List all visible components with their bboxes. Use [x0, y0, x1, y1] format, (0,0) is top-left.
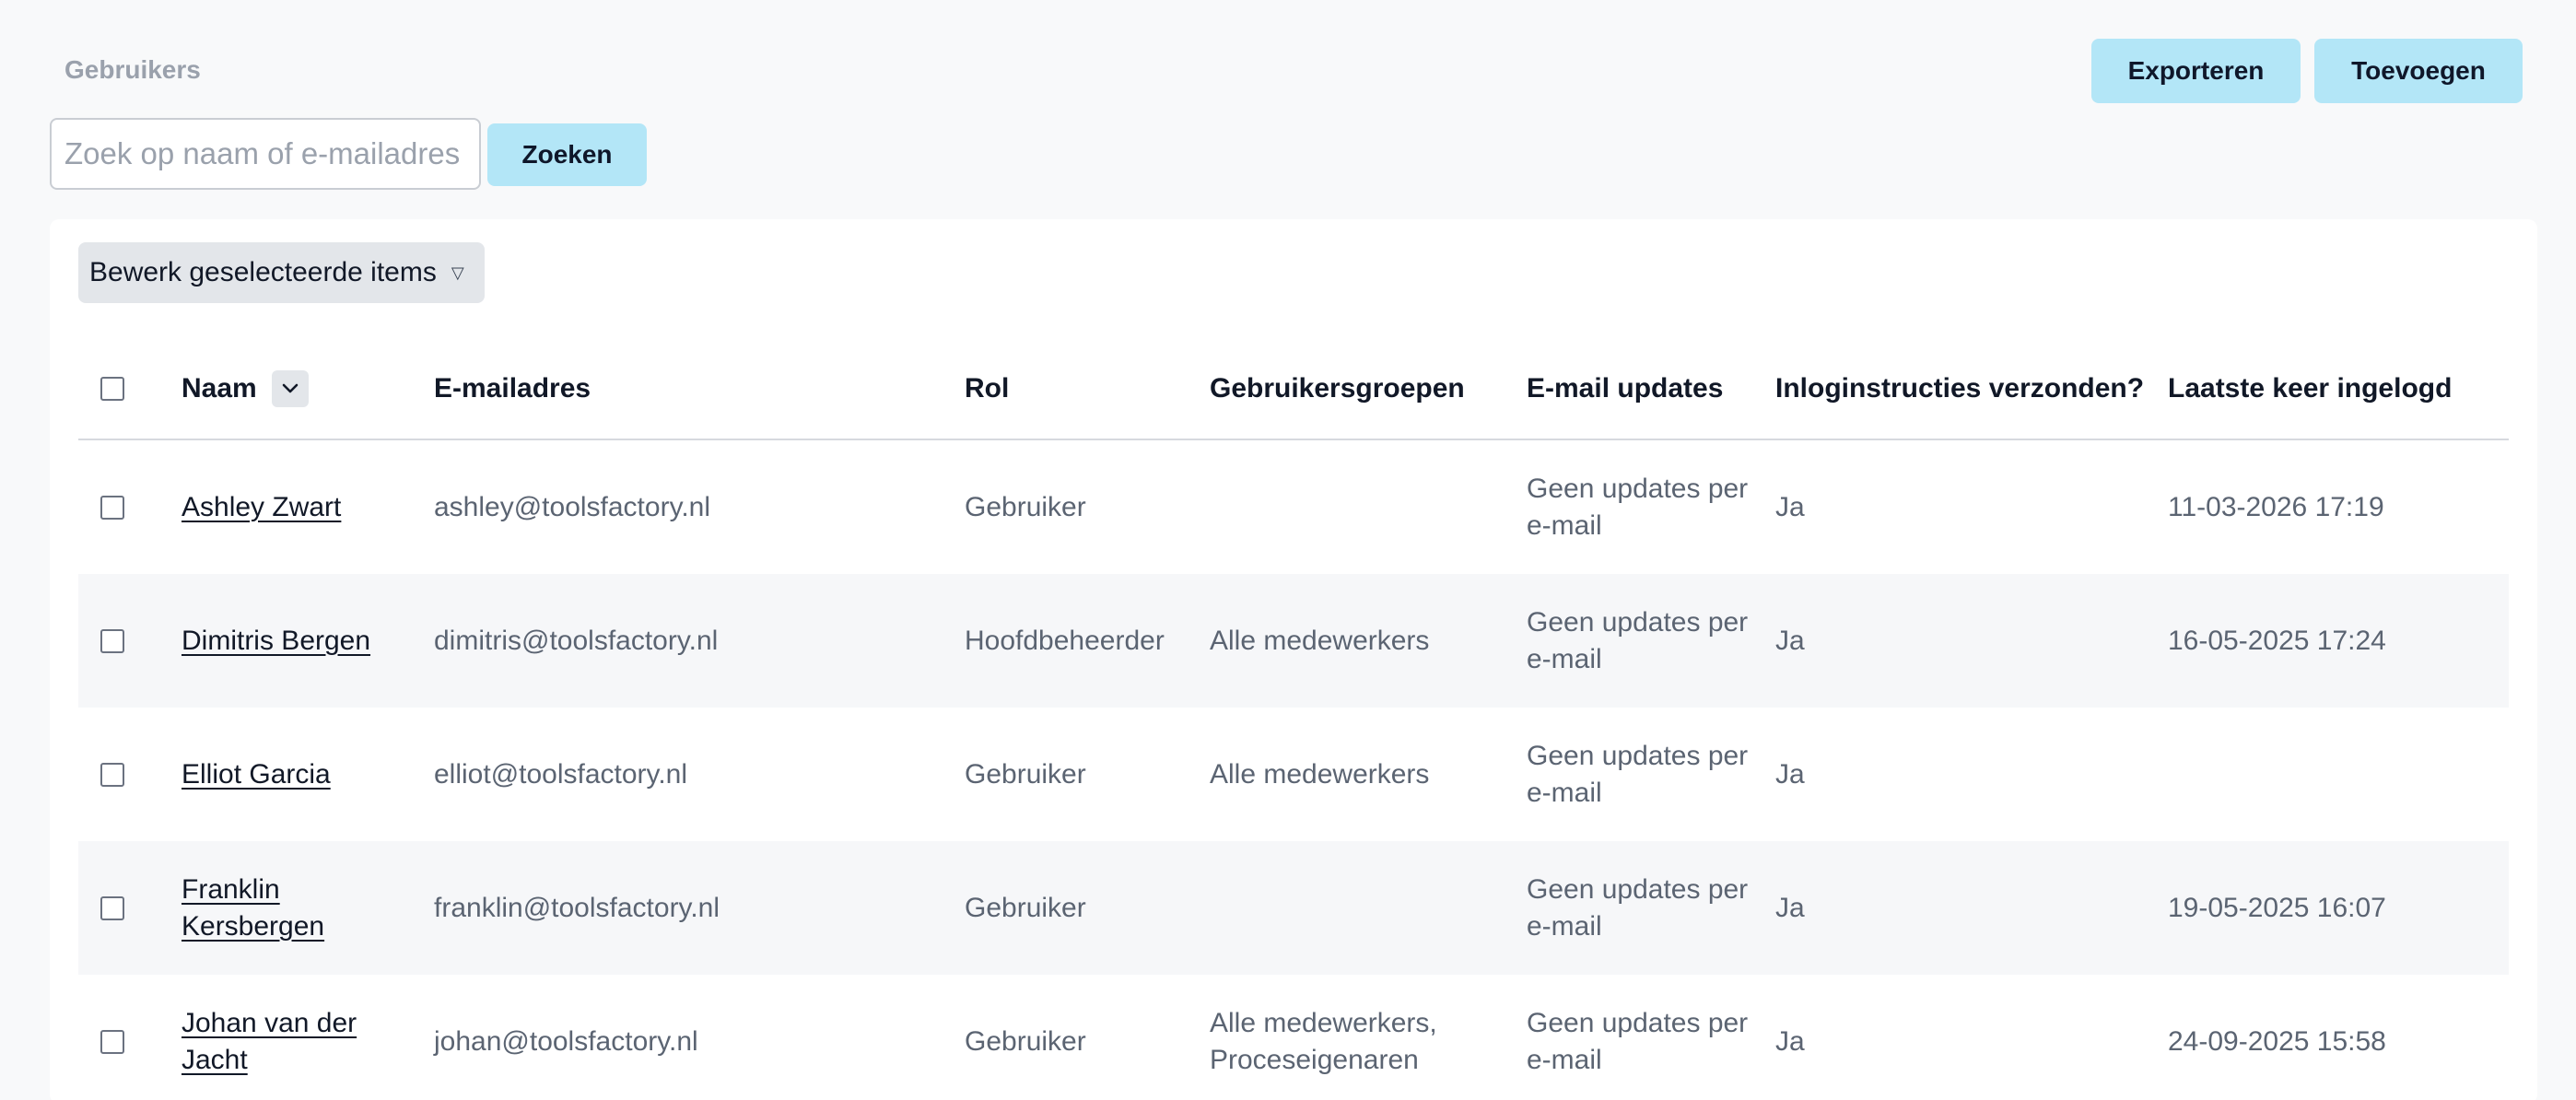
email-cell: elliot@toolsfactory.nl	[434, 758, 688, 790]
users-table: Naam E-mailadres Rol Gebruikersgroepen E…	[78, 339, 2509, 1100]
sort-name-button[interactable]	[271, 370, 309, 407]
select-all-cell	[100, 339, 128, 439]
login-instructions-cell: Ja	[1775, 491, 1805, 522]
add-user-button[interactable]: Toevoegen	[2314, 39, 2523, 103]
name-cell: Elliot Garcia	[181, 708, 412, 841]
name-cell: Franklin Kersbergen	[181, 841, 412, 975]
table-header-row: Naam E-mailadres Rol Gebruikersgroepen E…	[78, 339, 2509, 440]
email-updates-cell: Geen updates per e-mail	[1527, 740, 1749, 808]
row-checkbox[interactable]	[100, 628, 124, 653]
login-instructions-cell: Ja	[1775, 892, 1805, 923]
role-cell: Hoofdbeheerder	[965, 625, 1165, 656]
login-instructions-cell: Ja	[1775, 625, 1805, 656]
login-instructions-cell: Ja	[1775, 758, 1805, 790]
select-all-checkbox[interactable]	[100, 377, 124, 401]
column-header-last-login: Laatste keer ingelogd	[2168, 373, 2453, 404]
email-updates-cell: Geen updates per e-mail	[1527, 473, 1749, 541]
email-cell: dimitris@toolsfactory.nl	[434, 625, 719, 656]
groups-cell: Alle medewerkers, Proceseigenaren	[1210, 1007, 1437, 1075]
search-button[interactable]: Zoeken	[487, 123, 647, 186]
email-updates-cell: Geen updates per e-mail	[1527, 1007, 1749, 1075]
row-select-cell	[100, 574, 128, 708]
role-cell: Gebruiker	[965, 491, 1086, 522]
users-page: Gebruikers Exporteren Toevoegen Zoeken B…	[0, 0, 2576, 1100]
last-login-cell	[2168, 708, 2500, 841]
users-panel: Bewerk geselecteerde items ▽ Naam E-mail…	[50, 219, 2537, 1100]
row-checkbox[interactable]	[100, 1029, 124, 1054]
email-updates-cell: Geen updates per e-mail	[1527, 606, 1749, 674]
row-checkbox[interactable]	[100, 762, 124, 787]
table-row: Franklin Kersbergen franklin@toolsfactor…	[78, 841, 2509, 975]
last-login-cell: 19-05-2025 16:07	[2168, 892, 2386, 923]
table-row: Elliot Garcia elliot@toolsfactory.nl Geb…	[78, 708, 2509, 841]
login-instructions-cell: Ja	[1775, 1025, 1805, 1057]
email-cell: ashley@toolsfactory.nl	[434, 491, 711, 522]
row-checkbox[interactable]	[100, 895, 124, 920]
table-row: Ashley Zwart ashley@toolsfactory.nl Gebr…	[78, 440, 2509, 574]
name-cell: Ashley Zwart	[181, 440, 412, 574]
column-label-name: Naam	[181, 373, 257, 404]
column-header-email-updates: E-mail updates	[1527, 373, 1724, 404]
caret-down-icon: ▽	[451, 263, 464, 282]
groups-cell	[1210, 841, 1514, 975]
column-header-groups: Gebruikersgroepen	[1210, 373, 1465, 404]
email-cell: johan@toolsfactory.nl	[434, 1025, 698, 1057]
groups-cell: Alle medewerkers	[1210, 758, 1430, 790]
row-select-cell	[100, 841, 128, 975]
row-select-cell	[100, 440, 128, 574]
search-input[interactable]	[50, 118, 481, 190]
last-login-cell: 24-09-2025 15:58	[2168, 1025, 2386, 1057]
groups-cell: Alle medewerkers	[1210, 625, 1430, 656]
user-name-link[interactable]: Dimitris Bergen	[181, 623, 370, 660]
user-name-link[interactable]: Ashley Zwart	[181, 489, 341, 526]
user-name-link[interactable]: Johan van der Jacht	[181, 1005, 412, 1079]
row-checkbox[interactable]	[100, 495, 124, 520]
role-cell: Gebruiker	[965, 892, 1086, 923]
name-cell: Johan van der Jacht	[181, 975, 412, 1100]
role-cell: Gebruiker	[965, 758, 1086, 790]
row-select-cell	[100, 708, 128, 841]
column-header-email: E-mailadres	[434, 373, 591, 404]
email-cell: franklin@toolsfactory.nl	[434, 892, 720, 923]
bulk-edit-label: Bewerk geselecteerde items	[89, 257, 437, 287]
column-header-name: Naam	[181, 339, 412, 439]
groups-cell	[1210, 440, 1514, 574]
email-updates-cell: Geen updates per e-mail	[1527, 873, 1749, 942]
user-name-link[interactable]: Elliot Garcia	[181, 756, 331, 793]
column-header-role: Rol	[965, 373, 1010, 404]
export-button[interactable]: Exporteren	[2091, 39, 2301, 103]
page-title: Gebruikers	[64, 55, 201, 84]
row-select-cell	[100, 975, 128, 1100]
user-name-link[interactable]: Franklin Kersbergen	[181, 872, 412, 945]
chevron-down-icon	[282, 383, 299, 393]
name-cell: Dimitris Bergen	[181, 574, 412, 708]
column-header-login-instructions: Inloginstructies verzonden?	[1775, 373, 2145, 404]
last-login-cell: 11-03-2026 17:19	[2168, 491, 2384, 522]
role-cell: Gebruiker	[965, 1025, 1086, 1057]
bulk-edit-dropdown[interactable]: Bewerk geselecteerde items ▽	[78, 242, 485, 303]
last-login-cell: 16-05-2025 17:24	[2168, 625, 2386, 656]
table-row: Dimitris Bergen dimitris@toolsfactory.nl…	[78, 574, 2509, 708]
table-row: Johan van der Jacht johan@toolsfactory.n…	[78, 975, 2509, 1100]
